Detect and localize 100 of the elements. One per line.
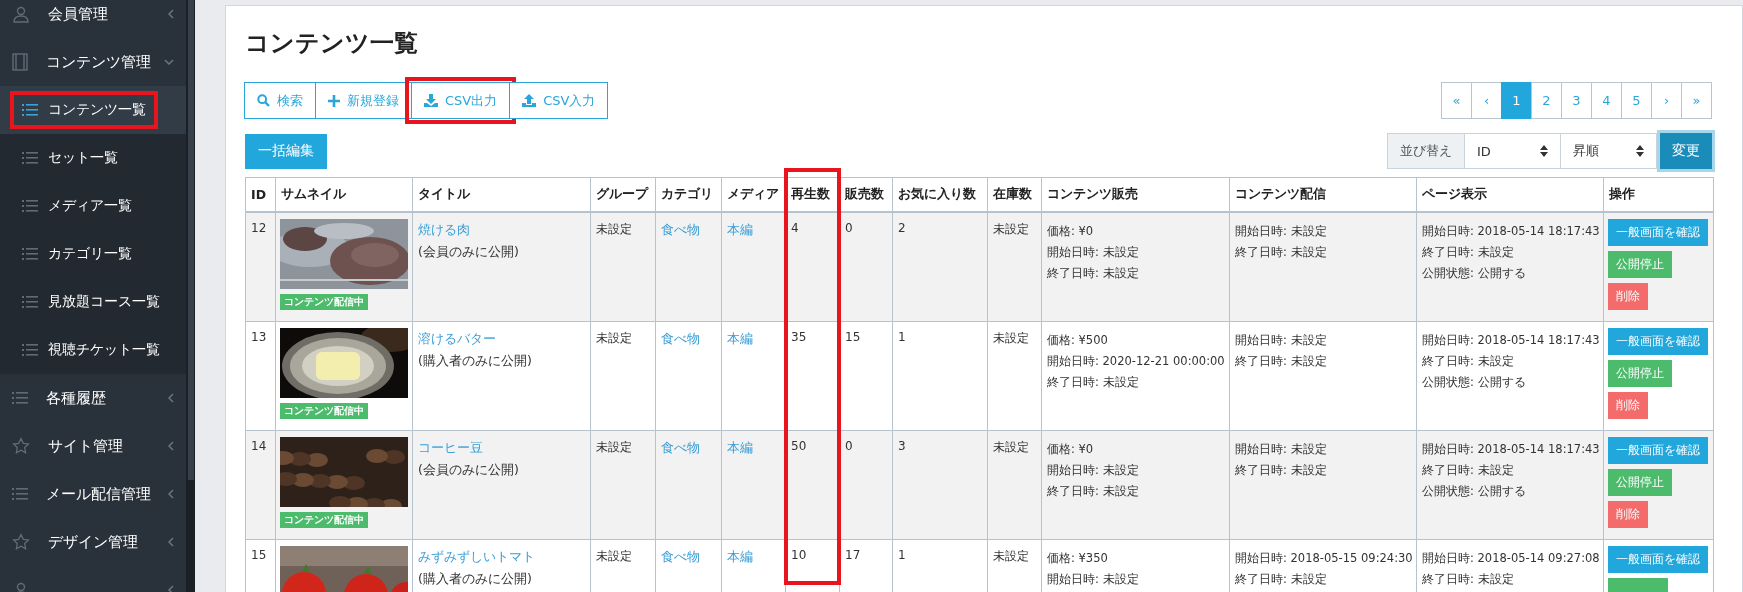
- page-button[interactable]: ‹: [1471, 82, 1502, 119]
- page-display-info: 開始日時: 2018-05-14 09:27:08: [1422, 550, 1598, 567]
- toolbar-button[interactable]: CSV入力: [509, 82, 609, 119]
- sidebar-item[interactable]: カテゴリ一覧: [0, 230, 186, 278]
- action-button[interactable]: 公開停止: [1608, 251, 1672, 278]
- page-display-info: 開始日時: 2018-05-14 18:17:43: [1422, 441, 1598, 458]
- sidebar-item[interactable]: 視聴チケット一覧: [0, 326, 186, 374]
- table-cell: 未設定: [987, 430, 1042, 540]
- toolbar-button[interactable]: 検索: [244, 82, 316, 119]
- action-button[interactable]: 削除: [1608, 283, 1648, 310]
- delivery-info: 終了日時: 未設定: [1235, 353, 1328, 370]
- sale-info: 価格: ¥500: [1047, 332, 1109, 349]
- chevron-left-icon: [168, 489, 174, 499]
- change-button[interactable]: 変更: [1660, 133, 1712, 169]
- action-button[interactable]: 削除: [1608, 392, 1648, 419]
- visibility-text: (会員のみに公開): [418, 462, 520, 479]
- table-cell: 2: [892, 212, 988, 322]
- delivery-info: 終了日時: 未設定: [1235, 244, 1328, 261]
- bulk-edit-button[interactable]: 一括編集: [245, 133, 327, 169]
- table-cell: 13: [245, 321, 276, 431]
- chevron-left-icon: [168, 537, 174, 547]
- table-cell: 0: [839, 430, 893, 540]
- sale-info: 開始日時: 未設定: [1047, 571, 1140, 588]
- page-button[interactable]: 1: [1501, 82, 1532, 119]
- toolbar-button[interactable]: 新規登録: [315, 82, 412, 119]
- list-icon: [22, 296, 38, 308]
- action-button[interactable]: 公開停止: [1608, 469, 1672, 496]
- chevron-left-icon: [168, 9, 174, 19]
- action-button[interactable]: 削除: [1608, 501, 1648, 528]
- page-button[interactable]: 2: [1531, 82, 1562, 119]
- action-button[interactable]: 一般画面を確認: [1608, 328, 1708, 355]
- chevron-left-icon: [168, 441, 174, 451]
- table-cell: 未設定: [590, 430, 656, 540]
- page-display-info: 終了日時: 未設定: [1422, 244, 1515, 261]
- title-link[interactable]: コーヒー豆: [418, 439, 483, 457]
- category-link[interactable]: 食べ物: [661, 549, 700, 564]
- page-button[interactable]: »: [1681, 82, 1712, 119]
- download-icon: [424, 94, 438, 107]
- sidebar-item[interactable]: メディア一覧: [0, 182, 186, 230]
- page-button[interactable]: 5: [1621, 82, 1652, 119]
- page-display-info: 終了日時: 未設定: [1422, 353, 1515, 370]
- sidebar-item[interactable]: セット一覧: [0, 134, 186, 182]
- page-display-info: 公開状態: 公開する: [1422, 374, 1527, 391]
- sale-info: 開始日時: 未設定: [1047, 462, 1140, 479]
- list-icon: [22, 152, 38, 164]
- media-link[interactable]: 本編: [727, 222, 753, 237]
- category-link[interactable]: 食べ物: [661, 440, 700, 455]
- scrollbar[interactable]: [186, 0, 195, 592]
- page-button[interactable]: 3: [1561, 82, 1592, 119]
- sale-info: 終了日時: 未設定: [1047, 374, 1140, 391]
- sort-field-select[interactable]: ID: [1465, 133, 1561, 169]
- list-icon: [22, 344, 38, 356]
- title-link[interactable]: みずみずしいトマト: [418, 548, 535, 566]
- page-button[interactable]: 4: [1591, 82, 1622, 119]
- delivery-info: 終了日時: 未設定: [1235, 571, 1328, 588]
- table-cell: 未設定: [987, 212, 1042, 322]
- film-icon: [12, 53, 28, 71]
- star-icon: [12, 533, 30, 551]
- page-display-info: 開始日時: 2018-05-14 18:17:43: [1422, 223, 1598, 240]
- title-link[interactable]: 溶けるバター: [418, 330, 496, 348]
- status-badge: コンテンツ配信中: [280, 294, 368, 310]
- action-button[interactable]: 一般画面を確認: [1608, 219, 1708, 246]
- user-icon: [12, 5, 30, 23]
- delivery-info: 開始日時: 2018-05-15 09:24:30: [1235, 550, 1411, 567]
- table-cell: 14: [245, 430, 276, 540]
- category-link[interactable]: 食べ物: [661, 222, 700, 237]
- sort-order-select[interactable]: 昇順: [1561, 133, 1657, 169]
- sort-label: 並び替え: [1387, 133, 1465, 169]
- table-cell: 12: [245, 212, 276, 322]
- media-link[interactable]: 本編: [727, 549, 753, 564]
- chevron-left-icon: [168, 393, 174, 403]
- action-button[interactable]: 公開停止: [1608, 360, 1672, 387]
- sale-info: 終了日時: 未設定: [1047, 265, 1140, 282]
- delivery-info: 開始日時: 未設定: [1235, 441, 1328, 458]
- sale-info: 開始日時: 未設定: [1047, 244, 1140, 261]
- table-cell: 15: [839, 321, 893, 431]
- action-button[interactable]: 一般画面を確認: [1608, 437, 1708, 464]
- table-cell: 未設定: [590, 321, 656, 431]
- chevron-left-icon: [168, 585, 174, 592]
- page-button[interactable]: ›: [1651, 82, 1682, 119]
- sale-info: 終了日時: 未設定: [1047, 483, 1140, 500]
- page-display-info: 公開状態: 公開する: [1422, 483, 1527, 500]
- page-display-info: 終了日時: 未設定: [1422, 462, 1515, 479]
- upload-icon: [522, 94, 537, 107]
- plus-icon: [328, 94, 340, 107]
- category-link[interactable]: 食べ物: [661, 331, 700, 346]
- action-button[interactable]: 一般画面を確認: [1608, 546, 1708, 573]
- media-link[interactable]: 本編: [727, 440, 753, 455]
- table-cell: 未設定: [987, 321, 1042, 431]
- star-icon: [12, 437, 30, 455]
- visibility-text: (会員のみに公開): [418, 244, 520, 261]
- media-link[interactable]: 本編: [727, 331, 753, 346]
- list-icon: [12, 392, 28, 404]
- sidebar-item[interactable]: 見放題コース一覧: [0, 278, 186, 326]
- toolbar-button[interactable]: CSV出力: [411, 82, 511, 119]
- delivery-info: 終了日時: 未設定: [1235, 462, 1328, 479]
- page-button[interactable]: «: [1441, 82, 1472, 119]
- page-title: コンテンツ一覧: [245, 28, 419, 59]
- title-link[interactable]: 焼ける肉: [418, 221, 470, 239]
- list-icon: [22, 248, 38, 260]
